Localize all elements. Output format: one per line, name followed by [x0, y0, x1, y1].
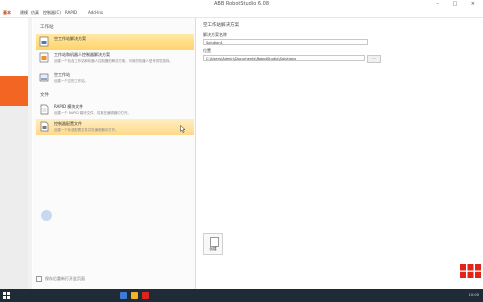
- new-file-icon: [210, 237, 219, 247]
- window-controls[interactable]: – □ ×: [436, 0, 481, 8]
- taskbar-folder-icon[interactable]: [131, 292, 138, 299]
- location-input[interactable]: C:\Users\Admin\Documents\RobotStudio\Sol…: [203, 55, 365, 61]
- create-button[interactable]: 创建: [203, 233, 223, 255]
- menu-controller[interactable]: 控制器(C): [43, 8, 61, 17]
- windows-taskbar: 10:00: [0, 289, 483, 302]
- nav-separator: [28, 18, 32, 289]
- menu-simulation[interactable]: 仿真: [31, 8, 39, 17]
- solution-name-input[interactable]: Solution1: [203, 39, 368, 45]
- create-button-label: 创建: [209, 247, 217, 251]
- config-file-icon: [40, 121, 49, 132]
- task-controller-config[interactable]: 控制器配置文件 创建一个标准配置文件并在编辑器中打开。: [36, 119, 194, 135]
- task-description: 创建一个标准配置文件并在编辑器中打开。: [54, 128, 119, 132]
- section-header-file: 文件: [40, 93, 49, 98]
- taskbar-robotstudio-icon[interactable]: [142, 292, 149, 299]
- task-station-with-controller[interactable]: 工作站和机器人控制器解决方案 创建一个包含工作站和机器人控制器的解决方案。可用的…: [36, 50, 194, 66]
- new-task-pane: 工作站 空工作站解决方案 工作站和机器人控制器解决方案 创建一个包含工作站和机器…: [33, 18, 196, 289]
- windows-start-icon[interactable]: [3, 292, 10, 299]
- station-solution-icon: [39, 36, 49, 47]
- loading-indicator-icon: [41, 210, 52, 221]
- location-label: 位置: [203, 48, 211, 53]
- form-heading: 空工作站解决方案: [203, 23, 239, 28]
- browse-button[interactable]: ...: [367, 55, 381, 63]
- solution-name-label: 解决方案名称: [203, 32, 227, 37]
- backstage-nav: [0, 18, 28, 294]
- task-description: 创建一个 RAPID 模块文件，将其在编辑器中打开。: [54, 111, 131, 115]
- checkbox-label: 保存后重新打开此页面: [45, 276, 85, 281]
- window-title: ABB RobotStudio 6.08: [213, 1, 270, 7]
- task-empty-station[interactable]: 空工作站 创建一个空的工作站。: [36, 70, 194, 86]
- backstage-active-band: [0, 76, 28, 106]
- menu-bar: 基本 建模 仿真 控制器(C) RAPID Add-Ins: [0, 8, 483, 18]
- robot-solution-icon: [39, 52, 49, 63]
- backstage-nav-area: [0, 106, 28, 294]
- menu-rapid[interactable]: RAPID: [65, 8, 77, 17]
- menu-modeling[interactable]: 建模: [20, 8, 28, 17]
- reopen-checkbox[interactable]: 保存后重新打开此页面: [36, 276, 85, 282]
- menu-file[interactable]: 基本: [3, 8, 11, 17]
- empty-station-icon: [39, 73, 49, 82]
- clock: 10:00: [468, 293, 479, 297]
- task-description: 创建一个包含工作站和机器人控制器的解决方案。可用的机器人型号供您选择。: [54, 59, 173, 63]
- task-title: 空工作站解决方案: [54, 36, 86, 41]
- section-header-station: 工作站: [40, 25, 54, 30]
- abb-logo-icon: [458, 264, 483, 278]
- menu-addins[interactable]: Add-Ins: [88, 8, 103, 17]
- task-description: 创建一个空的工作站。: [54, 79, 88, 83]
- task-rapid-module[interactable]: RAPID 模块文件 创建一个 RAPID 模块文件，将其在编辑器中打开。: [36, 102, 194, 118]
- system-tray: 10:00: [469, 289, 479, 302]
- checkbox-box[interactable]: [36, 276, 42, 282]
- taskbar-app-icon[interactable]: [120, 292, 127, 299]
- rapid-file-icon: [40, 104, 49, 115]
- solution-form: 空工作站解决方案 解决方案名称 Solution1 位置 C:\Users\Ad…: [196, 18, 483, 289]
- title-bar: ABB RobotStudio 6.08 – □ ×: [0, 0, 483, 8]
- mouse-pointer-icon: [180, 125, 186, 133]
- task-empty-station-solution[interactable]: 空工作站解决方案: [36, 34, 194, 50]
